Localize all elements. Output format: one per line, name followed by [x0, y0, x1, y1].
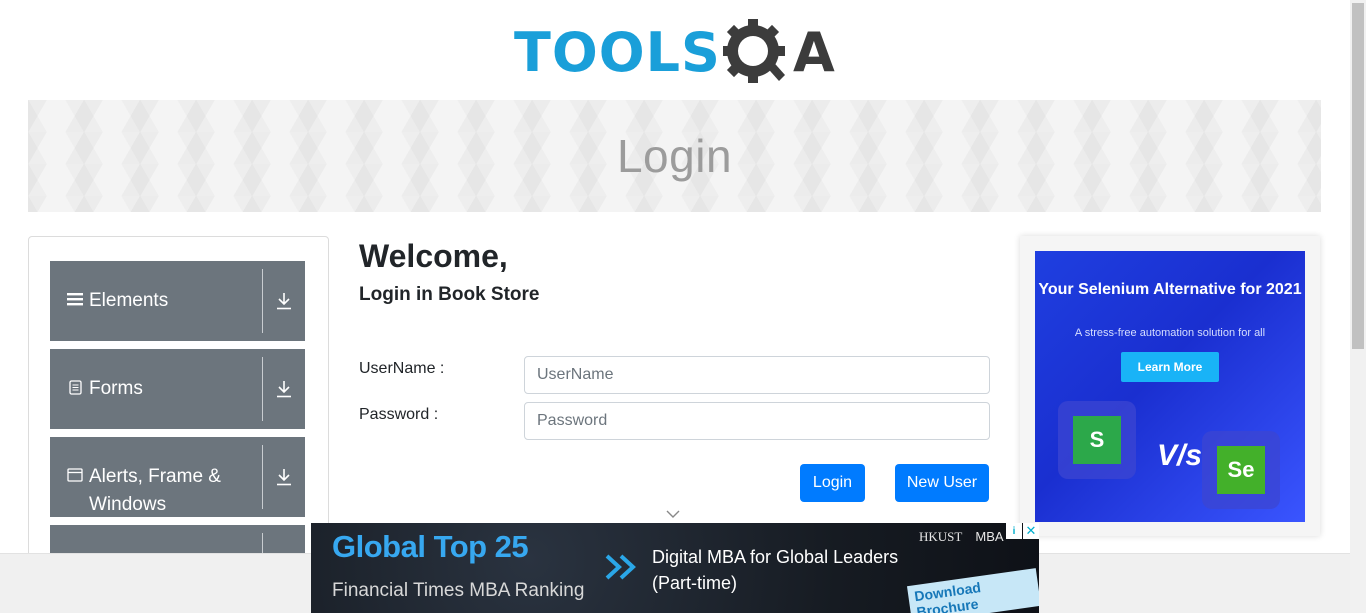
- hkust-logo: HKUST MBA: [919, 529, 1004, 545]
- download-arrow-icon[interactable]: [263, 437, 305, 517]
- sidebar-group-forms[interactable]: Forms: [50, 349, 305, 429]
- double-chevron-right-icon: [605, 554, 636, 580]
- ad-subtitle: A stress-free automation solution for al…: [1074, 327, 1266, 339]
- katalon-logo-box: S: [1058, 401, 1136, 479]
- ad-title: Your Selenium Alternative for 2021: [1038, 281, 1302, 298]
- learn-more-button[interactable]: Learn More: [1121, 352, 1219, 382]
- download-brochure-button[interactable]: Download Brochure: [906, 568, 1039, 613]
- login-button[interactable]: Login: [800, 464, 865, 502]
- username-input[interactable]: [524, 356, 990, 394]
- password-input[interactable]: [524, 402, 990, 440]
- ad-creative[interactable]: Your Selenium Alternative for 2021 A str…: [1035, 251, 1305, 522]
- sidebar-group-label: Alerts, Frame & Windows: [89, 466, 221, 515]
- chevron-down-icon[interactable]: [665, 508, 681, 520]
- ad-ranking-text: Financial Times MBA Ranking: [332, 580, 585, 601]
- page: TOOLS A Login Elements Forms Alerts, Fra…: [0, 0, 1366, 613]
- degree-name: MBA: [975, 529, 1004, 544]
- page-scrollbar[interactable]: [1350, 0, 1366, 613]
- logo-a-text: A: [792, 21, 835, 84]
- sidebar-group-label: Forms: [89, 378, 143, 399]
- logo-gear-icon: [722, 17, 791, 89]
- page-banner: Login: [28, 100, 1321, 212]
- ad-program-line2: (Part-time): [652, 573, 737, 593]
- sidebar-group-alerts-frame-windows[interactable]: Alerts, Frame & Windows: [50, 437, 305, 517]
- sidebar-group-header[interactable]: Alerts, Frame & Windows: [50, 437, 262, 517]
- window-icon: [66, 464, 84, 486]
- sidebar-group-header[interactable]: Forms: [50, 349, 262, 429]
- scrollbar-thumb[interactable]: [1352, 3, 1364, 349]
- hamburger-icon: [66, 288, 84, 310]
- sidebar-group-label: Elements: [89, 290, 169, 311]
- sidebar: Elements Forms Alerts, Frame & Windows: [28, 236, 329, 566]
- welcome-heading: Welcome,: [359, 238, 508, 274]
- login-subtitle: Login in Book Store: [359, 284, 540, 305]
- bottom-advertisement[interactable]: Global Top 25 Financial Times MBA Rankin…: [311, 523, 1039, 613]
- new-user-button[interactable]: New User: [895, 464, 989, 502]
- right-advertisement[interactable]: Your Selenium Alternative for 2021 A str…: [1020, 236, 1320, 536]
- katalon-logo-icon: S: [1073, 416, 1121, 464]
- toolsqa-logo[interactable]: TOOLS A: [514, 14, 838, 92]
- versus-text: V/s: [1157, 439, 1203, 472]
- ad-program-line1: Digital MBA for Global Leaders: [652, 547, 899, 567]
- download-arrow-icon[interactable]: [263, 261, 305, 341]
- username-label: UserName :: [359, 360, 445, 377]
- sidebar-group-header[interactable]: Elements: [50, 261, 262, 341]
- close-icon[interactable]: ✕: [1023, 523, 1039, 539]
- document-icon: [66, 376, 84, 398]
- ad-program-text: Digital MBA for Global Leaders (Part-tim…: [652, 544, 898, 596]
- school-name: HKUST: [919, 529, 963, 544]
- selenium-logo-icon: Se: [1217, 446, 1265, 494]
- download-arrow-icon[interactable]: [263, 349, 305, 429]
- page-title: Login: [616, 130, 733, 182]
- logo-tools-text: TOOLS: [514, 21, 721, 84]
- ad-info-icon[interactable]: i: [1006, 523, 1022, 539]
- selenium-logo-box: Se: [1202, 431, 1280, 509]
- password-label: Password :: [359, 406, 439, 423]
- sidebar-group-elements[interactable]: Elements: [50, 261, 305, 341]
- ad-headline: Global Top 25: [332, 529, 529, 564]
